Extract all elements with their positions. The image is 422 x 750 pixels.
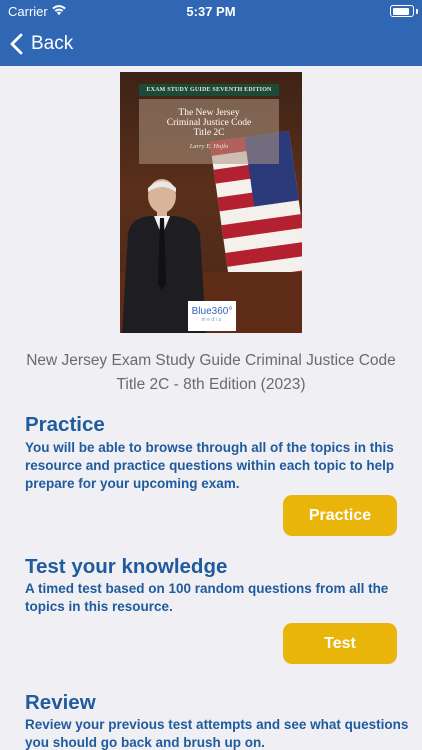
battery-tip bbox=[416, 9, 418, 14]
test-button[interactable]: Test bbox=[283, 623, 397, 664]
publisher-logo: Blue360° media bbox=[188, 301, 236, 331]
review-description: Review your previous test attempts and s… bbox=[25, 717, 409, 750]
test-heading: Test your knowledge bbox=[25, 555, 228, 578]
cover-title-line: The New Jersey bbox=[178, 108, 240, 118]
cover-title-line: Criminal Justice Code bbox=[166, 118, 252, 128]
back-button[interactable]: Back bbox=[10, 30, 73, 58]
navigation-bar: Carrier 5:37 PM Back bbox=[0, 0, 422, 66]
practice-button[interactable]: Practice bbox=[283, 495, 397, 536]
cover-edition-band: EXAM STUDY GUIDE SEVENTH EDITION bbox=[139, 84, 279, 96]
cover-title: The New Jersey Criminal Justice Code Tit… bbox=[139, 108, 279, 138]
chevron-left-icon bbox=[10, 33, 23, 55]
battery-level bbox=[392, 7, 409, 15]
clock-label: 5:37 PM bbox=[186, 4, 236, 19]
book-title: New Jersey Exam Study Guide Criminal Jus… bbox=[26, 352, 396, 393]
status-bar: Carrier 5:37 PM bbox=[0, 0, 422, 22]
review-heading: Review bbox=[25, 691, 96, 714]
practice-description: You will be able to browse through all o… bbox=[25, 440, 395, 491]
cover-author: Larry E. Hojlo bbox=[189, 143, 229, 150]
logo-sub-text: media bbox=[201, 317, 223, 323]
back-label: Back bbox=[31, 33, 74, 54]
cover-title-line: Title 2C bbox=[193, 128, 225, 138]
practice-heading: Practice bbox=[25, 413, 105, 436]
book-cover-image: EXAM STUDY GUIDE SEVENTH EDITION The New… bbox=[120, 72, 302, 333]
logo-main-text: Blue360° bbox=[191, 306, 233, 317]
battery-icon bbox=[390, 5, 414, 17]
test-description: A timed test based on 100 random questio… bbox=[25, 581, 389, 614]
